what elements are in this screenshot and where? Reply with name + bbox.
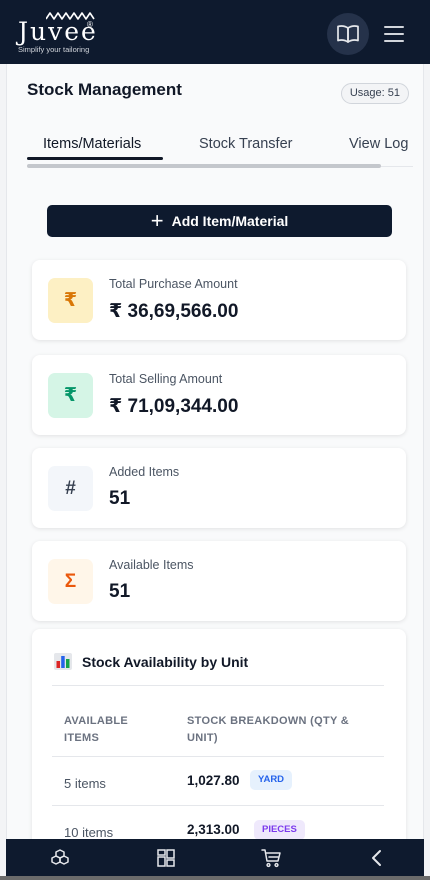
sigma-icon: Σ	[48, 559, 93, 604]
stat-label: Available Items	[109, 558, 194, 572]
column-header-available-items: AVAILABLE ITEMS	[64, 715, 129, 744]
stat-card-total-purchase: ₹ Total Purchase Amount ₹ 36,69,566.00	[32, 260, 406, 340]
stat-value: 51	[109, 488, 131, 509]
nav-inventory-button[interactable]	[49, 847, 71, 869]
rupee-icon: ₹	[48, 373, 93, 418]
tab-stock-transfer[interactable]: Stock Transfer	[199, 136, 292, 152]
brand-tagline: Simplify your tailoring	[18, 45, 90, 54]
tab-items-materials[interactable]: Items/Materials	[43, 136, 141, 152]
row-available-items: 5 items	[64, 776, 106, 791]
row-divider	[52, 756, 384, 757]
stat-value: 51	[109, 581, 131, 602]
book-open-icon	[337, 25, 359, 43]
nav-back-button[interactable]	[366, 847, 388, 869]
row-available-items: 10 items	[64, 825, 114, 840]
stock-availability-header: Stock Availability by Unit	[54, 653, 248, 670]
back-chevron-icon	[372, 850, 381, 866]
page-title: Stock Management	[27, 80, 182, 99]
stock-availability-title: Stock Availability by Unit	[82, 653, 249, 670]
stat-label: Added Items	[109, 465, 180, 479]
nav-dashboard-button[interactable]	[155, 847, 177, 869]
plus-icon: +	[150, 208, 164, 233]
stat-card-total-selling: ₹ Total Selling Amount ₹ 71,09,344.00	[32, 355, 406, 435]
registered-mark: ®	[87, 20, 93, 29]
main-panel: Stock Management Usage: 51 Items/Materia…	[6, 64, 424, 840]
hamburger-menu-button[interactable]	[380, 20, 408, 48]
tab-bar: Items/Materials Stock Transfer View Log	[27, 134, 413, 170]
usage-badge: Usage: 51	[340, 83, 409, 104]
tabs-scrollbar[interactable]	[27, 164, 381, 168]
stat-label: Total Purchase Amount	[109, 277, 238, 291]
unit-badge-pieces: PIECES	[254, 820, 305, 840]
stat-value: ₹ 36,69,566.00	[109, 301, 239, 322]
column-header-stock-breakdown: STOCK BREAKDOWN (QTY & UNIT)	[187, 715, 350, 744]
row-quantity: 1,027.80	[187, 773, 240, 788]
rupee-icon: ₹	[48, 278, 93, 323]
stat-card-added-items: # Added Items 51	[32, 448, 406, 528]
divider	[52, 685, 384, 686]
row-divider	[52, 805, 384, 806]
brand-name: Juvee	[18, 17, 98, 46]
bottom-edge	[0, 876, 430, 880]
nav-cart-button[interactable]	[260, 847, 282, 869]
bar-chart-icon	[54, 653, 72, 670]
add-item-material-button[interactable]: + Add Item/Material	[47, 205, 392, 237]
cart-icon	[260, 849, 281, 868]
hash-icon: #	[48, 466, 93, 511]
tab-view-log[interactable]: View Log	[349, 136, 408, 152]
guide-book-button[interactable]	[327, 13, 369, 55]
bottom-navigation	[6, 839, 424, 876]
dashboard-grid-icon	[157, 849, 175, 867]
row-quantity: 2,313.00	[187, 822, 240, 837]
cubes-icon	[51, 849, 69, 865]
unit-badge-yard: YARD	[250, 770, 293, 790]
stock-availability-card: Stock Availability by Unit AVAILABLE ITE…	[32, 629, 406, 840]
stat-card-available-items: Σ Available Items 51	[32, 541, 406, 621]
stat-label: Total Selling Amount	[109, 372, 223, 386]
top-bar: Juvee ® Simplify your tailoring	[0, 0, 430, 64]
active-tab-indicator	[27, 157, 163, 160]
add-item-material-label: Add Item/Material	[171, 213, 289, 229]
stat-value: ₹ 71,09,344.00	[109, 396, 239, 417]
hamburger-menu-icon	[384, 26, 404, 42]
tabs-divider	[381, 166, 413, 167]
